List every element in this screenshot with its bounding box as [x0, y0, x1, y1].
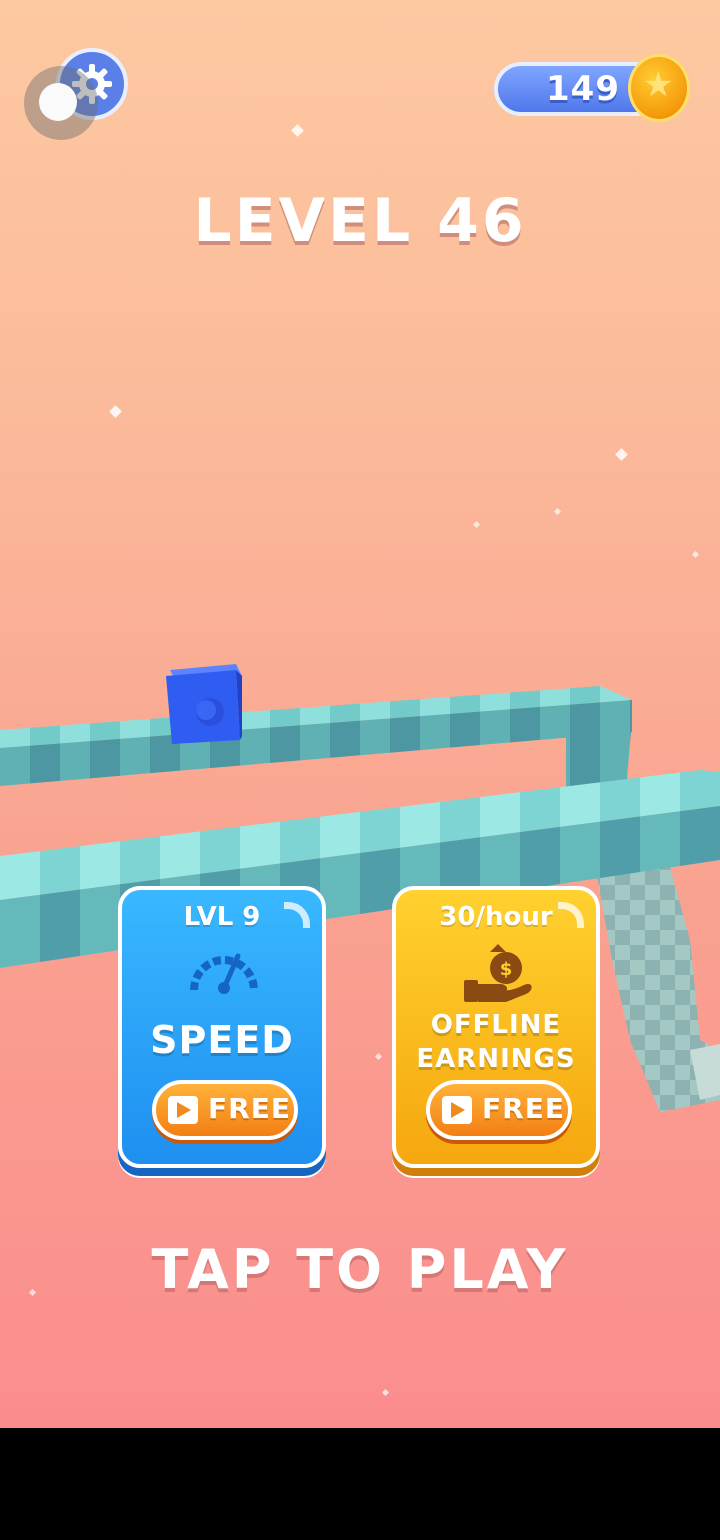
money-bag-hand-icon: $	[464, 944, 532, 1002]
game-screen[interactable]: 149 ★ LEVEL 46 LVL 9 SPEED FREE 30/hour …	[0, 0, 720, 1428]
tap-to-play-prompt[interactable]: TAP TO PLAY	[0, 1238, 720, 1301]
offline-free-button[interactable]: FREE	[426, 1080, 572, 1140]
svg-text:$: $	[500, 959, 513, 980]
earnings-title-line2: EARNINGS	[416, 1044, 576, 1074]
earnings-title-line1: OFFLINE	[430, 1010, 562, 1040]
player-cube	[166, 664, 242, 744]
coin-icon: ★	[628, 54, 690, 122]
offline-earnings-card[interactable]: 30/hour $ OFFLINE EARNINGS FREE	[392, 886, 600, 1168]
speed-free-button[interactable]: FREE	[152, 1080, 298, 1140]
video-icon	[442, 1096, 472, 1124]
speed-title: SPEED	[150, 1018, 294, 1062]
speedometer-icon	[190, 953, 258, 994]
system-nav-bar	[0, 1428, 720, 1540]
offline-free-label: FREE	[482, 1092, 565, 1125]
speed-level: LVL 9	[183, 902, 261, 932]
earnings-rate: 30/hour	[439, 902, 553, 932]
touch-indicator	[24, 66, 98, 140]
speed-free-label: FREE	[208, 1092, 291, 1125]
level-title: LEVEL 46	[193, 186, 527, 256]
video-icon	[168, 1096, 198, 1124]
coin-count: 149	[546, 69, 620, 109]
speed-upgrade-card[interactable]: LVL 9 SPEED FREE	[118, 886, 326, 1168]
